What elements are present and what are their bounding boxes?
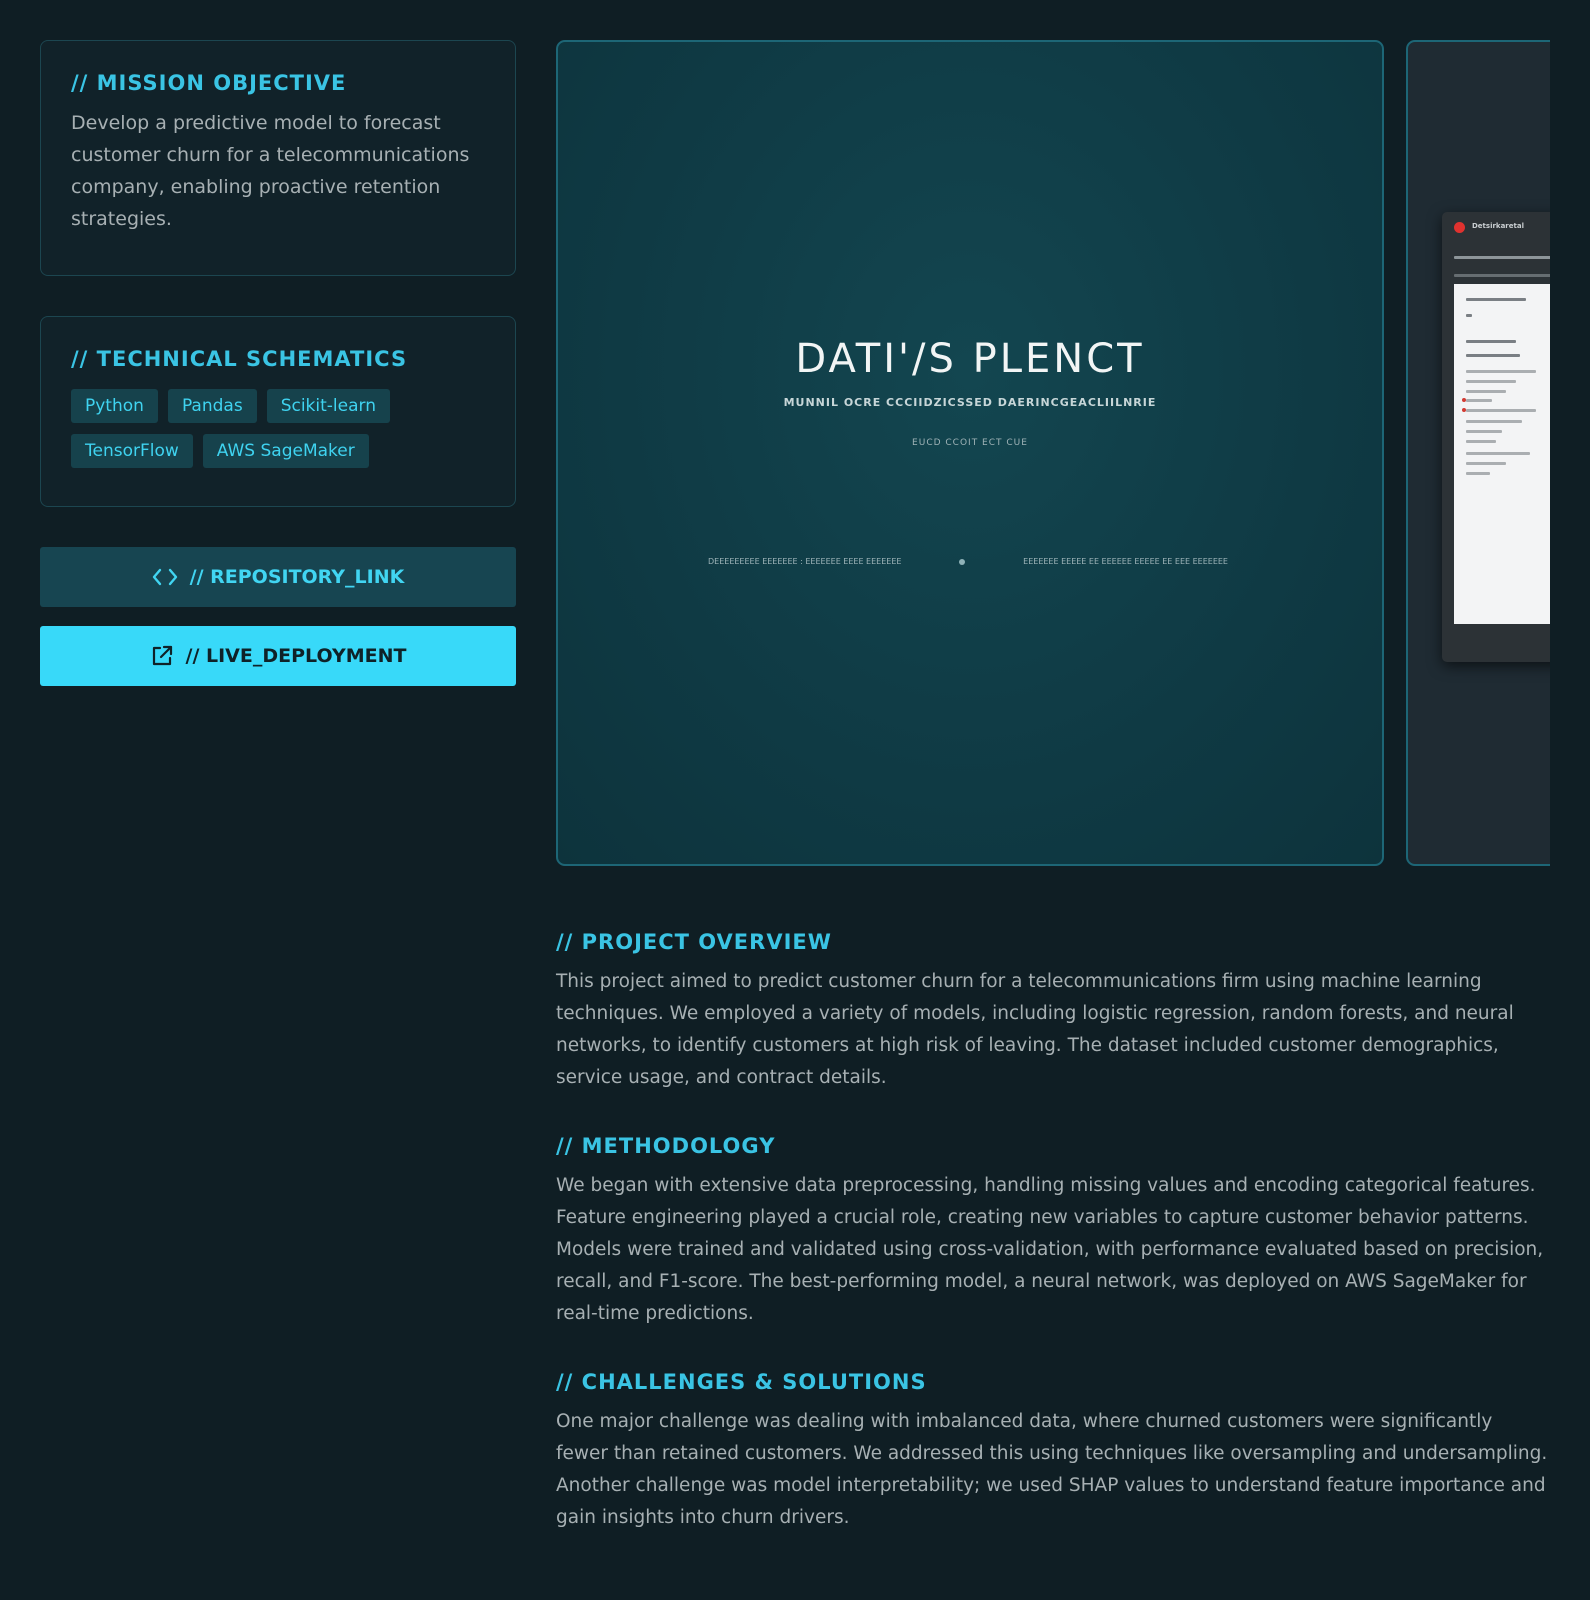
project-overview-text: This project aimed to predict customer c… (556, 971, 1514, 1088)
methodology-text: We began with extensive data preprocessi… (556, 1175, 1544, 1324)
slide-footer-left: DEEEEEEEEE EEEEEEE : EEEEEEE EEEE EEEEEE… (708, 557, 902, 566)
document-preview (1454, 284, 1550, 624)
app-window-title: Detsirkaretal (1472, 222, 1524, 230)
challenges-solutions-title: // CHALLENGES & SOLUTIONS (556, 1370, 927, 1394)
app-window-thumbnail: Detsirkaretal (1442, 212, 1550, 662)
repository-link-label: // REPOSITORY_LINK (189, 566, 405, 588)
external-link-icon (150, 644, 174, 668)
technical-schematics-title: // TECHNICAL SCHEMATICS (71, 347, 408, 371)
methodology-title: // METHODOLOGY (556, 1134, 776, 1158)
toolbar-line (1454, 256, 1550, 259)
doc-line (1466, 452, 1530, 455)
challenges-solutions-text: One major challenge was dealing with imb… (556, 1411, 1548, 1528)
dot-separator-icon (959, 558, 966, 565)
project-detail-page: // MISSION OBJECTIVE Develop a predictiv… (0, 0, 1590, 1600)
doc-line (1466, 409, 1536, 412)
project-overview-title: // PROJECT OVERVIEW (556, 930, 832, 954)
repository-link-button[interactable]: // REPOSITORY_LINK (40, 547, 516, 607)
tech-tag: AWS SageMaker (202, 434, 369, 468)
doc-line (1466, 390, 1506, 393)
slide-footer: DEEEEEEEEE EEEEEEE : EEEEEEE EEEE EEEEEE… (708, 557, 1228, 566)
code-icon (152, 568, 178, 586)
gallery-slide-app-screenshot[interactable]: Detsirkaretal (1406, 40, 1550, 866)
doc-line (1466, 314, 1472, 317)
doc-line (1466, 430, 1502, 433)
tech-tag: Pandas (167, 389, 257, 423)
gallery-slide-title-card[interactable]: DATI'/S PLENCT MUNNIL OCRE CCCIIDZICSSED… (556, 40, 1384, 866)
doc-line (1466, 354, 1520, 357)
project-overview-section: // PROJECT OVERVIEW This project aimed t… (556, 930, 1550, 1094)
doc-line (1466, 472, 1490, 475)
toolbar-line (1454, 274, 1550, 277)
slide-subtitle: MUNNIL OCRE CCCIIDZICSSED DAERINCGEACLII… (783, 396, 1157, 409)
doc-line (1466, 399, 1492, 402)
doc-line (1466, 440, 1496, 443)
live-deployment-label: // LIVE_DEPLOYMENT (185, 645, 407, 667)
mission-objective-title: // MISSION OBJECTIVE (71, 71, 347, 95)
project-image-gallery[interactable]: DATI'/S PLENCT MUNNIL OCRE CCCIIDZICSSED… (556, 40, 1550, 868)
slide-footer-right: EEEEEEE EEEEE EE EEEEEE EEEEE EE EEE EEE… (1023, 557, 1228, 566)
doc-line (1466, 298, 1526, 301)
doc-line (1466, 370, 1536, 373)
doc-line (1466, 420, 1522, 423)
mission-objective-card: // MISSION OBJECTIVE Develop a predictiv… (40, 40, 516, 276)
record-dot-icon (1454, 222, 1465, 233)
live-deployment-button[interactable]: // LIVE_DEPLOYMENT (40, 626, 516, 686)
mission-objective-text: Develop a predictive model to forecast c… (71, 112, 470, 230)
tech-tag: Scikit-learn (266, 389, 390, 423)
technical-schematics-card: // TECHNICAL SCHEMATICS Python Pandas Sc… (40, 316, 516, 507)
doc-line (1466, 340, 1516, 343)
tech-tag: TensorFlow (71, 434, 193, 468)
tech-tag-list: Python Pandas Scikit-learn TensorFlow AW… (71, 389, 485, 468)
doc-line (1466, 380, 1516, 383)
doc-line (1466, 462, 1506, 465)
tech-tag: Python (71, 389, 158, 423)
slide-subtitle-secondary: EUCD CCOIT ECT CUE (912, 438, 1028, 448)
methodology-section: // METHODOLOGY We began with extensive d… (556, 1134, 1550, 1330)
challenges-solutions-section: // CHALLENGES & SOLUTIONS One major chal… (556, 1370, 1550, 1534)
slide-title: DATI'/S PLENCT (795, 336, 1145, 382)
